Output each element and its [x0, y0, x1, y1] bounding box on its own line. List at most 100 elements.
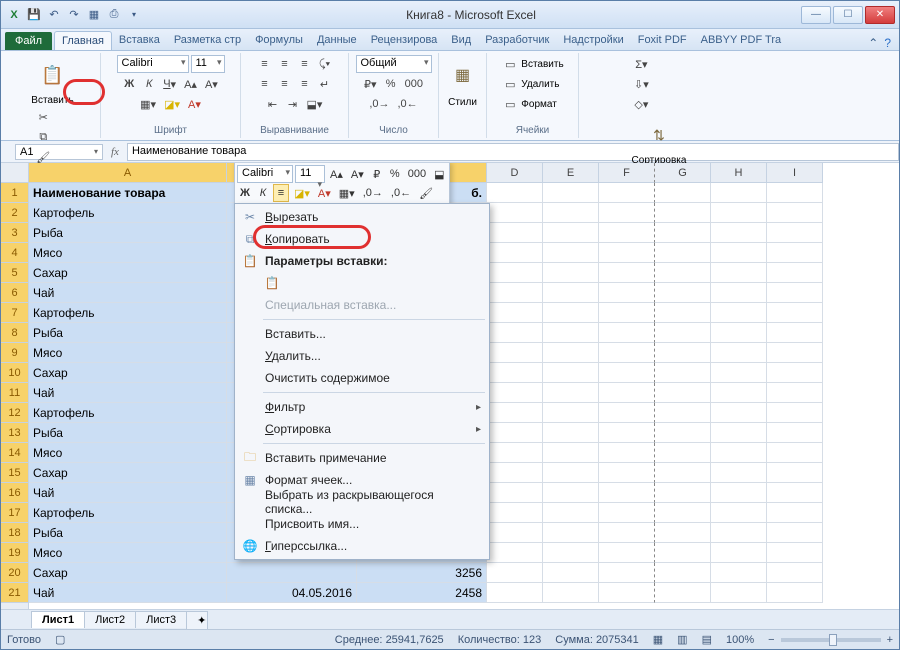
percent-icon[interactable]: % [382, 75, 400, 93]
ctx-delete[interactable]: Удалить... [237, 345, 487, 367]
cell[interactable] [543, 243, 599, 263]
cell[interactable] [767, 223, 823, 243]
grid[interactable]: 123456789101112131415161718192021 ABCDEF… [1, 163, 899, 609]
cell[interactable] [655, 363, 711, 383]
number-format-select[interactable]: Общий [356, 55, 432, 73]
cell[interactable] [711, 223, 767, 243]
cell[interactable] [655, 543, 711, 563]
cell[interactable] [767, 503, 823, 523]
italic-button[interactable]: К [140, 75, 158, 93]
cell[interactable] [767, 403, 823, 423]
cell[interactable] [543, 443, 599, 463]
cell[interactable] [655, 583, 711, 603]
row-header[interactable]: 15 [1, 463, 28, 483]
cell[interactable] [711, 463, 767, 483]
font-color-button[interactable]: A▾ [185, 95, 204, 113]
font-size-select[interactable]: 11 [191, 55, 225, 73]
cell[interactable] [543, 263, 599, 283]
cell[interactable] [543, 563, 599, 583]
cell[interactable] [599, 223, 655, 243]
cell[interactable] [543, 423, 599, 443]
undo-icon[interactable]: ↶ [45, 6, 63, 24]
cell[interactable] [599, 503, 655, 523]
ribbon-tab[interactable]: Формулы [248, 31, 310, 50]
column-header[interactable]: G [655, 163, 711, 183]
view-normal-icon[interactable]: ▦ [653, 633, 663, 646]
mini-border-icon[interactable]: ▦▾ [336, 184, 358, 202]
cell[interactable]: Картофель [29, 403, 227, 423]
cell[interactable] [711, 583, 767, 603]
help-icon[interactable]: ? [884, 36, 891, 50]
ctx-insert[interactable]: Вставить... [237, 323, 487, 345]
row-header[interactable]: 18 [1, 523, 28, 543]
align-middle-icon[interactable]: ≡ [276, 55, 294, 73]
row-header[interactable]: 17 [1, 503, 28, 523]
styles-label[interactable]: Стили [448, 97, 477, 108]
ctx-cut[interactable]: ✂Вырезать [237, 206, 487, 228]
cell[interactable] [767, 303, 823, 323]
cell[interactable] [711, 543, 767, 563]
ctx-copy[interactable]: ⧉Копировать [237, 228, 487, 250]
column-header[interactable]: I [767, 163, 823, 183]
cell[interactable]: Картофель [29, 303, 227, 323]
cell[interactable] [487, 503, 543, 523]
cell[interactable] [487, 543, 543, 563]
cell[interactable] [599, 383, 655, 403]
cell[interactable] [711, 523, 767, 543]
file-tab[interactable]: Файл [5, 32, 52, 50]
cell[interactable] [711, 483, 767, 503]
save-icon[interactable]: 💾 [25, 6, 43, 24]
cell[interactable] [487, 203, 543, 223]
ribbon-tab[interactable]: Вид [444, 31, 478, 50]
cell[interactable] [543, 323, 599, 343]
cell[interactable] [487, 323, 543, 343]
zoom-out-icon[interactable]: − [768, 634, 774, 646]
row-header[interactable]: 11 [1, 383, 28, 403]
cut-icon[interactable]: ✂ [33, 108, 53, 126]
bold-button[interactable]: Ж [120, 75, 138, 93]
cell[interactable]: Сахар [29, 563, 227, 583]
cell[interactable] [655, 203, 711, 223]
merge-button[interactable]: ⬓▾ [304, 95, 326, 113]
wrap-text-icon[interactable]: ↵ [316, 75, 334, 93]
cell[interactable] [487, 383, 543, 403]
cell[interactable] [487, 223, 543, 243]
cell[interactable] [487, 263, 543, 283]
cell[interactable]: Мясо [29, 443, 227, 463]
cell[interactable] [543, 463, 599, 483]
cell[interactable] [487, 483, 543, 503]
cell[interactable] [227, 563, 357, 583]
cell[interactable]: Мясо [29, 343, 227, 363]
cell[interactable]: Рыба [29, 223, 227, 243]
cell[interactable] [543, 503, 599, 523]
row-header[interactable]: 8 [1, 323, 28, 343]
cell[interactable] [711, 263, 767, 283]
ctx-define-name[interactable]: Присвоить имя... [237, 513, 487, 535]
column-headers[interactable]: ABCDEFGHI [29, 163, 899, 183]
mini-size-select[interactable]: 11 [295, 165, 325, 183]
currency-icon[interactable]: ₽▾ [361, 75, 380, 93]
row-header[interactable]: 3 [1, 223, 28, 243]
cell[interactable] [599, 303, 655, 323]
increase-decimal-icon[interactable]: ,0→ [366, 95, 392, 113]
cell[interactable] [655, 383, 711, 403]
view-pagebreak-icon[interactable]: ▤ [702, 633, 712, 646]
redo-icon[interactable]: ↷ [65, 6, 83, 24]
cell[interactable] [543, 303, 599, 323]
comma-icon[interactable]: 000 [402, 75, 426, 93]
qat-dropdown-icon[interactable]: ▾ [125, 6, 143, 24]
cell[interactable] [543, 343, 599, 363]
mini-inc-decimal-icon[interactable]: ,0→ [360, 184, 386, 202]
border-button[interactable]: ▦▾ [137, 95, 159, 113]
cell[interactable] [655, 443, 711, 463]
cell[interactable]: Сахар [29, 263, 227, 283]
cell[interactable] [767, 483, 823, 503]
cell[interactable] [543, 483, 599, 503]
mini-merge-icon[interactable]: ⬓ [431, 165, 447, 183]
ribbon-tab[interactable]: Надстройки [556, 31, 630, 50]
cell[interactable] [711, 303, 767, 323]
cell[interactable] [767, 323, 823, 343]
cell[interactable]: Рыба [29, 323, 227, 343]
cell[interactable] [487, 363, 543, 383]
zoom-slider[interactable]: − + [768, 634, 893, 646]
